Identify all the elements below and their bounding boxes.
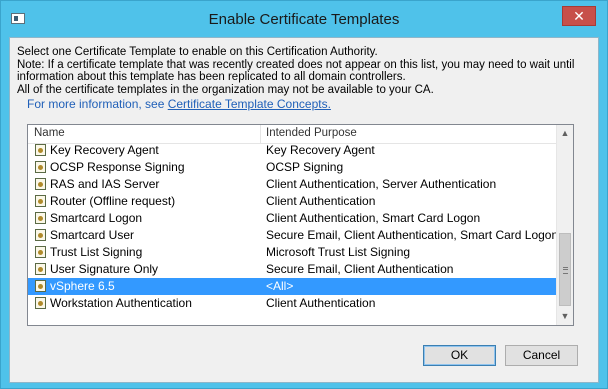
certificate-template-icon <box>35 212 46 224</box>
template-name: Key Recovery Agent <box>50 143 159 157</box>
certificate-template-icon <box>35 178 46 190</box>
certificate-template-icon <box>35 280 46 292</box>
intended-purpose: Client Authentication, Server Authentica… <box>266 177 497 191</box>
vertical-scrollbar[interactable]: ▲ ▼ <box>556 125 573 325</box>
intro-line: All of the certificate templates in the … <box>17 83 434 96</box>
column-header-name[interactable]: Name <box>34 127 65 139</box>
scroll-thumb[interactable] <box>559 233 571 306</box>
template-list[interactable]: Name Intended Purpose Key Recovery Agent… <box>27 124 574 326</box>
intended-purpose: Secure Email, Client Authentication <box>266 262 454 276</box>
window-title: Enable Certificate Templates <box>208 11 400 28</box>
intended-purpose: Secure Email, Client Authentication, Sma… <box>266 228 559 242</box>
column-divider[interactable] <box>260 125 261 143</box>
more-info-prefix: For more information, see <box>27 97 168 111</box>
intended-purpose: OCSP Signing <box>266 160 344 174</box>
intended-purpose: <All> <box>266 279 294 293</box>
certificate-template-icon <box>35 246 46 258</box>
list-item[interactable]: Router (Offline request) Client Authentic… <box>28 193 556 210</box>
intro-line: Note: If a certificate template that was… <box>17 58 575 71</box>
list-item[interactable]: Smartcard Logon Client Authentication, Sm… <box>28 210 556 227</box>
grip-icon <box>563 267 568 274</box>
intended-purpose: Client Authentication <box>266 194 376 208</box>
template-name: User Signature Only <box>50 262 159 276</box>
template-name: OCSP Response Signing <box>50 160 185 174</box>
list-item[interactable]: OCSP Response Signing OCSP Signing <box>28 159 556 176</box>
template-name: Smartcard User <box>50 228 135 242</box>
certificate-template-icon <box>35 195 46 207</box>
intro-line: Select one Certificate Template to enabl… <box>17 46 378 58</box>
ok-button[interactable]: OK <box>423 345 496 366</box>
intended-purpose: Client Authentication <box>266 296 376 310</box>
list-item-selected[interactable]: vSphere 6.5 <All> <box>28 278 556 295</box>
more-info: For more information, see Certificate Te… <box>27 97 331 111</box>
scroll-up-icon[interactable]: ▲ <box>557 125 573 142</box>
certificate-template-icon <box>35 161 46 173</box>
intended-purpose: Microsoft Trust List Signing <box>266 245 411 259</box>
certificate-template-icon <box>35 297 46 309</box>
title-bar[interactable]: Enable Certificate Templates ✕ <box>1 1 607 36</box>
intended-purpose: Client Authentication, Smart Card Logon <box>266 211 481 225</box>
list-item[interactable]: RAS and IAS Server Client Authentication,… <box>28 176 556 193</box>
list-item[interactable]: Smartcard User Secure Email, Client Authe… <box>28 227 559 244</box>
intro-line: information about this template has been… <box>17 71 406 83</box>
list-item[interactable]: Key Recovery Agent Key Recovery Agent <box>28 142 556 159</box>
column-header-purpose[interactable]: Intended Purpose <box>266 127 357 139</box>
intro-text: Select one Certificate Template to enabl… <box>17 46 587 96</box>
template-name: Trust List Signing <box>50 245 143 259</box>
template-name: Smartcard Logon <box>50 211 143 225</box>
template-name: Workstation Authentication <box>50 296 192 310</box>
template-name: vSphere 6.5 <box>50 279 115 293</box>
scroll-down-icon[interactable]: ▼ <box>557 308 573 325</box>
certificate-template-icon <box>35 263 46 275</box>
template-name: Router (Offline request) <box>50 194 176 208</box>
list-item[interactable]: Trust List Signing Microsoft Trust List S… <box>28 244 556 261</box>
cancel-button[interactable]: Cancel <box>505 345 578 366</box>
certificate-template-icon <box>35 144 46 156</box>
certificate-template-icon <box>35 229 46 241</box>
list-item[interactable]: User Signature Only Secure Email, Client … <box>28 261 556 278</box>
intended-purpose: Key Recovery Agent <box>266 143 375 157</box>
template-name: RAS and IAS Server <box>50 177 160 191</box>
list-item[interactable]: Workstation Authentication Client Authent… <box>28 295 556 312</box>
close-button[interactable]: ✕ <box>562 6 596 26</box>
template-concepts-link[interactable]: Certificate Template Concepts. <box>168 97 331 111</box>
